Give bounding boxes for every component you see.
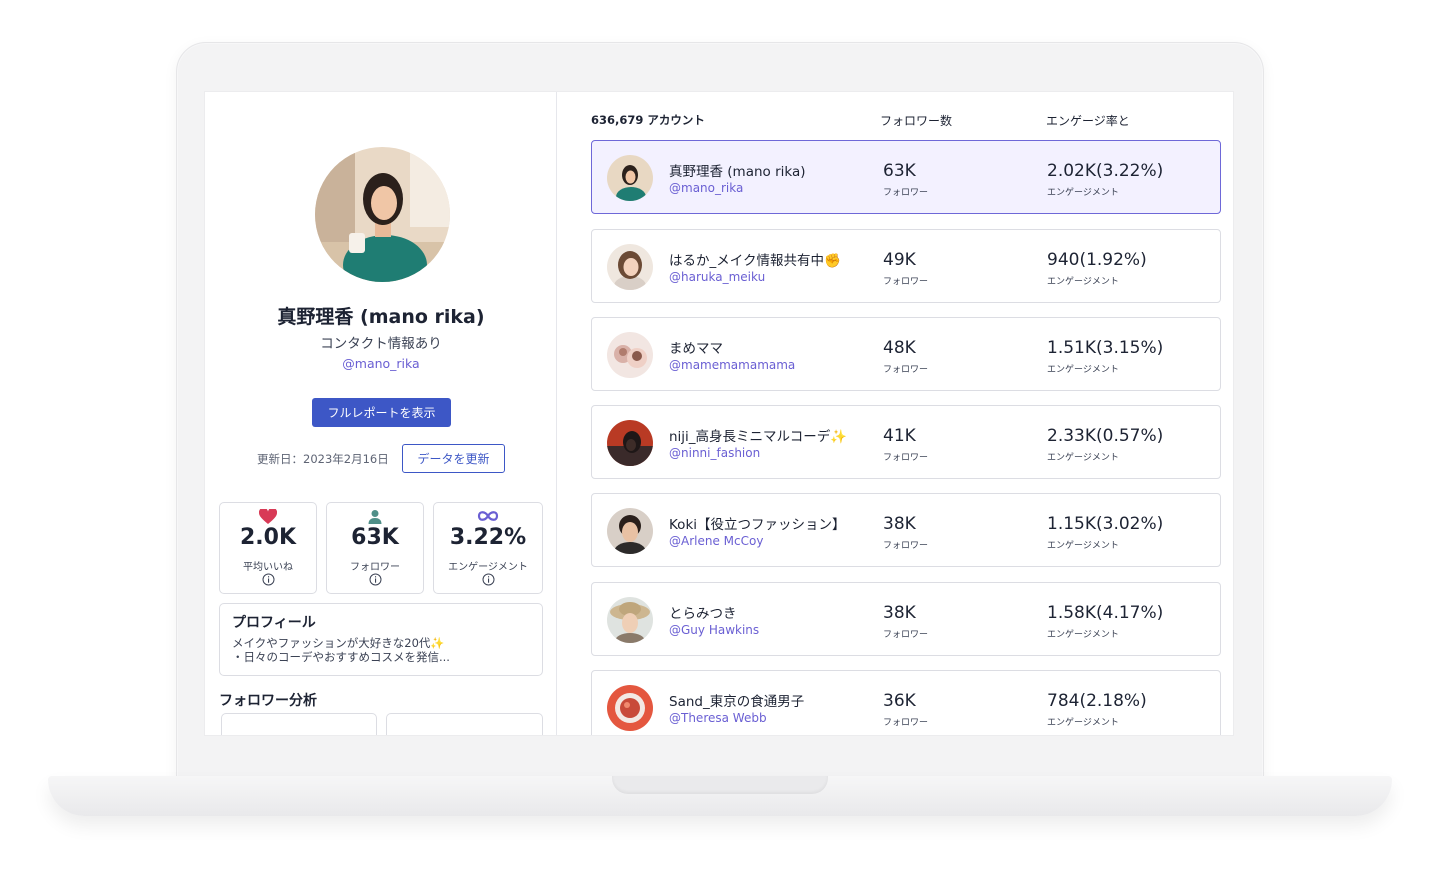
followers-value: 49K bbox=[883, 250, 916, 270]
account-name-text: はるか_メイク情報共有中 bbox=[669, 253, 824, 269]
stat-value: 3.22% bbox=[449, 525, 527, 550]
refresh-data-button[interactable]: データを更新 bbox=[402, 444, 505, 473]
stat-value: 2.0K bbox=[239, 525, 297, 550]
followers-value: 63K bbox=[883, 161, 916, 181]
account-handle[interactable]: @haruka_meiku bbox=[669, 270, 765, 284]
engagement-label: エンゲージメント bbox=[1047, 718, 1119, 728]
engagement-value: 2.02K(3.22%) bbox=[1047, 161, 1164, 181]
followers-value: 48K bbox=[883, 338, 916, 358]
info-icon[interactable] bbox=[220, 573, 316, 586]
analysis-card[interactable] bbox=[221, 713, 377, 735]
account-name: niji_高身長ミニマルコーデ✨ bbox=[669, 425, 847, 445]
followers-value: 38K bbox=[883, 514, 916, 534]
account-name-text: niji_高身長ミニマルコーデ bbox=[669, 429, 831, 445]
followers-label: フォロワー bbox=[883, 453, 929, 463]
account-handle[interactable]: @Theresa Webb bbox=[669, 711, 767, 725]
sparkle-icon: ✨ bbox=[830, 429, 848, 445]
info-icon[interactable] bbox=[434, 573, 542, 586]
sparkle-icon: ✨ bbox=[430, 636, 445, 650]
account-row[interactable]: niji_高身長ミニマルコーデ✨ @ninni_fashion 41K フォロワ… bbox=[591, 405, 1221, 479]
account-name: はるか_メイク情報共有中✊ bbox=[669, 249, 841, 269]
followers-value: 41K bbox=[883, 426, 916, 446]
profile-handle[interactable]: @mano_rika bbox=[205, 356, 557, 371]
engagement-column-header[interactable]: エンゲージ率と bbox=[1046, 112, 1130, 129]
account-handle[interactable]: @mano_rika bbox=[669, 181, 743, 195]
engagement-value: 2.33K(0.57%) bbox=[1047, 426, 1164, 446]
account-handle[interactable]: @Guy Hawkins bbox=[669, 623, 759, 637]
engagement-label: エンゲージメント bbox=[1047, 630, 1119, 640]
profile-card: プロフィール メイクやファッションが大好きな20代✨ ・日々のコーデやおすすめコ… bbox=[219, 603, 543, 676]
updated-date: 更新日：2023年2月16日 bbox=[257, 452, 389, 466]
account-avatar bbox=[607, 420, 653, 466]
account-name: とらみつき bbox=[669, 606, 737, 622]
followers-label: フォロワー bbox=[883, 630, 929, 640]
profile-section-title: プロフィール bbox=[232, 615, 316, 631]
infinity-icon bbox=[434, 509, 542, 525]
stat-avg-likes: 2.0K 平均いいね bbox=[219, 502, 317, 594]
account-handle[interactable]: @Arlene McCoy bbox=[669, 534, 763, 548]
followers-label: フォロワー bbox=[883, 365, 929, 375]
followers-label: フォロワー bbox=[883, 277, 929, 287]
account-name: Sand_東京の食通男子 bbox=[669, 694, 805, 710]
account-row[interactable]: 真野理香 (mano rika) @mano_rika 63K フォロワー 2.… bbox=[591, 140, 1221, 214]
account-row[interactable]: とらみつき @Guy Hawkins 38K フォロワー 1.58K(4.17%… bbox=[591, 582, 1221, 656]
engagement-value: 1.15K(3.02%) bbox=[1047, 514, 1164, 534]
profile-panel: 真野理香 (mano rika) コンタクト情報あり @mano_rika フル… bbox=[205, 92, 557, 735]
engagement-label: エンゲージメント bbox=[1047, 541, 1119, 551]
app-screen: 真野理香 (mano rika) コンタクト情報あり @mano_rika フル… bbox=[204, 91, 1234, 736]
laptop-notch bbox=[612, 776, 828, 794]
stat-label: エンゲージメント bbox=[448, 562, 528, 573]
account-count-header: 636,679 アカウント bbox=[591, 113, 705, 127]
stat-label: フォロワー bbox=[350, 562, 400, 573]
account-name: Koki【役立つファッション】 bbox=[669, 517, 846, 533]
account-row[interactable]: はるか_メイク情報共有中✊ @haruka_meiku 49K フォロワー 94… bbox=[591, 229, 1221, 303]
account-avatar bbox=[607, 332, 653, 378]
contact-status: コンタクト情報あり bbox=[320, 336, 442, 352]
profile-name: 真野理香 (mano rika) bbox=[277, 306, 485, 328]
account-avatar bbox=[607, 155, 653, 201]
bio-line: メイクやファッションが大好きな20代✨ bbox=[232, 636, 530, 650]
info-icon[interactable] bbox=[327, 573, 423, 586]
stat-followers: 63K フォロワー bbox=[326, 502, 424, 594]
engagement-label: エンゲージメント bbox=[1047, 188, 1119, 198]
engagement-value: 1.58K(4.17%) bbox=[1047, 603, 1164, 623]
account-avatar bbox=[607, 597, 653, 643]
full-report-button[interactable]: フルレポートを表示 bbox=[312, 398, 451, 427]
follower-analysis-title: フォロワー分析 bbox=[219, 693, 317, 709]
bio-line: ・日々のコーデやおすすめコスメを発信... bbox=[232, 650, 450, 664]
followers-value: 36K bbox=[883, 691, 916, 711]
account-handle[interactable]: @mamemamamama bbox=[669, 358, 795, 372]
engagement-label: エンゲージメント bbox=[1047, 453, 1119, 463]
stat-label: 平均いいね bbox=[243, 562, 293, 573]
engagement-value: 1.51K(3.15%) bbox=[1047, 338, 1164, 358]
account-name: 真野理香 (mano rika) bbox=[669, 164, 806, 180]
engagement-value: 784(2.18%) bbox=[1047, 691, 1147, 711]
profile-avatar bbox=[315, 147, 450, 282]
followers-value: 38K bbox=[883, 603, 916, 623]
person-icon bbox=[327, 509, 423, 525]
followers-label: フォロワー bbox=[883, 188, 929, 198]
account-avatar bbox=[607, 508, 653, 554]
analysis-card[interactable] bbox=[386, 713, 543, 735]
engagement-label: エンゲージメント bbox=[1047, 277, 1119, 287]
engagement-value: 940(1.92%) bbox=[1047, 250, 1147, 270]
followers-label: フォロワー bbox=[883, 541, 929, 551]
engagement-label: エンゲージメント bbox=[1047, 365, 1119, 375]
followers-label: フォロワー bbox=[883, 718, 929, 728]
account-avatar bbox=[607, 244, 653, 290]
emoji-icon: ✊ bbox=[823, 253, 841, 269]
stat-engagement: 3.22% エンゲージメント bbox=[433, 502, 543, 594]
heart-icon bbox=[220, 509, 316, 525]
account-row[interactable]: Koki【役立つファッション】 @Arlene McCoy 38K フォロワー … bbox=[591, 493, 1221, 567]
account-name: まめママ bbox=[669, 341, 723, 357]
account-handle[interactable]: @ninni_fashion bbox=[669, 446, 760, 460]
account-row[interactable]: まめママ @mamemamamama 48K フォロワー 1.51K(3.15%… bbox=[591, 317, 1221, 391]
account-avatar bbox=[607, 685, 653, 731]
stat-value: 63K bbox=[351, 525, 399, 550]
bio-text: メイクやファッションが大好きな20代 bbox=[232, 636, 431, 650]
account-row[interactable]: Sand_東京の食通男子 @Theresa Webb 36K フォロワー 784… bbox=[591, 670, 1221, 735]
followers-column-header[interactable]: フォロワー数 bbox=[880, 112, 952, 129]
